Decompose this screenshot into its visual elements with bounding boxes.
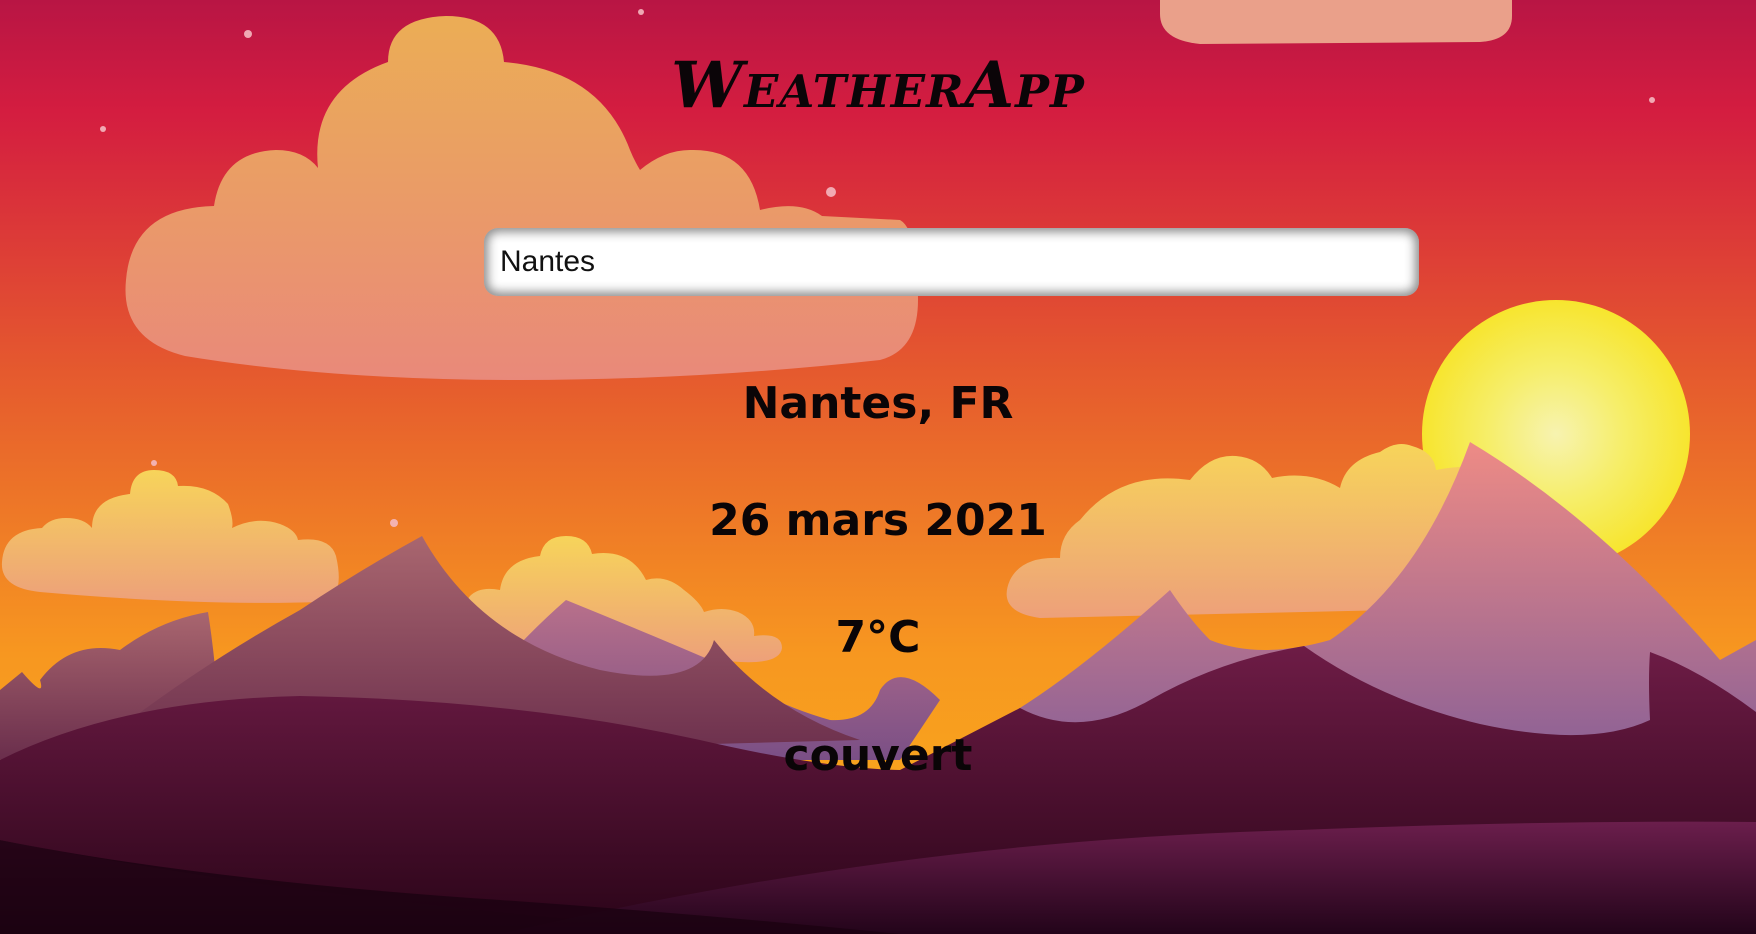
weather-temperature: 7°C <box>835 612 921 663</box>
app-title: WeatherApp <box>671 48 1085 123</box>
weather-date: 26 mars 2021 <box>709 495 1047 546</box>
weather-app-page: WeatherApp Nantes, FR 26 mars 2021 7°C c… <box>0 0 1756 934</box>
weather-location: Nantes, FR <box>742 378 1014 429</box>
sunset-landscape-background <box>0 0 1756 934</box>
city-search-input[interactable] <box>484 228 1419 296</box>
weather-description: couvert <box>783 730 973 781</box>
